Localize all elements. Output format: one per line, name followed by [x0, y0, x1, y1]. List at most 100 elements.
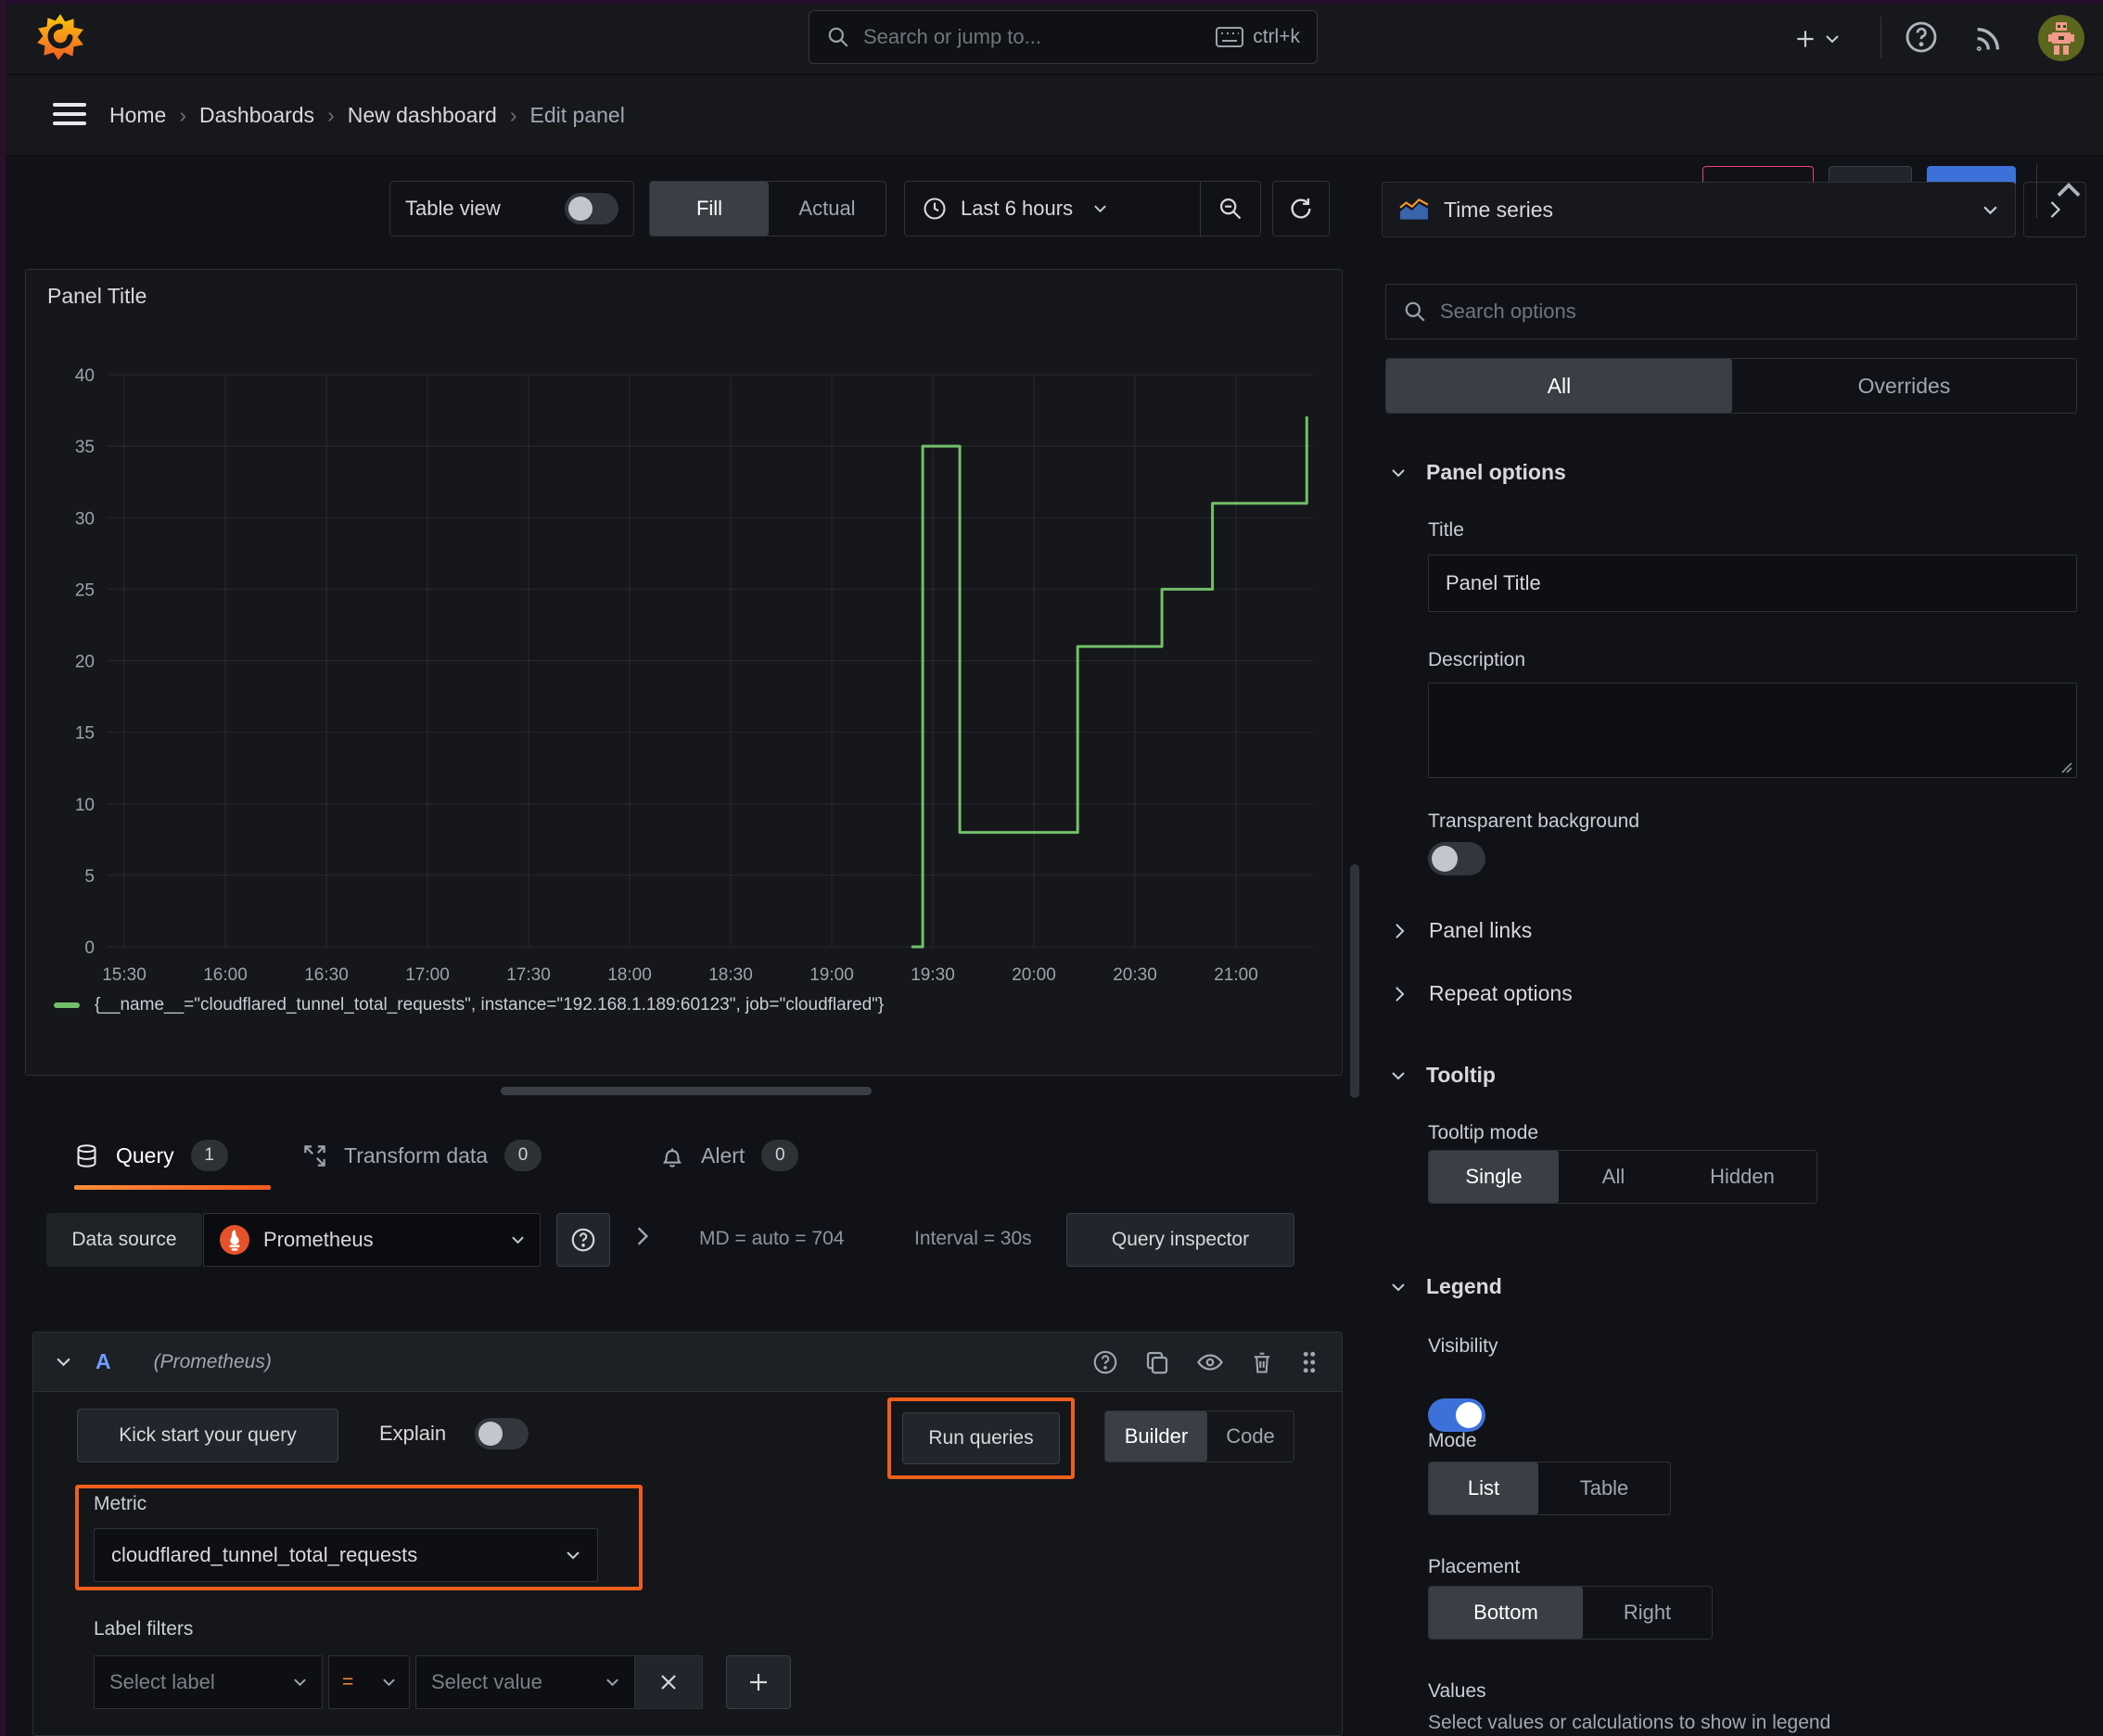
chevron-down-icon[interactable] — [56, 1357, 71, 1367]
news-icon[interactable] — [1971, 19, 2008, 56]
query-inspector-button[interactable]: Query inspector — [1066, 1213, 1294, 1267]
remove-filter-button[interactable] — [634, 1655, 703, 1709]
legend-mode-list[interactable]: List — [1429, 1462, 1538, 1514]
menu-icon[interactable] — [52, 99, 87, 129]
run-queries-highlight: Run queries — [887, 1398, 1075, 1479]
topbar: ctrl+k — [0, 0, 2103, 75]
help-icon[interactable] — [1903, 19, 1940, 56]
panel: Panel Title 0 5 10 15 20 25 30 35 40 15:30 16:00 16… — [25, 269, 1343, 1076]
zoom-out-icon[interactable] — [1201, 182, 1260, 236]
chevron-down-icon — [1391, 1283, 1406, 1292]
fill-option[interactable]: Fill — [650, 182, 769, 236]
legend-series-swatch — [54, 1002, 80, 1008]
add-menu-button[interactable] — [1793, 20, 1840, 57]
actual-option[interactable]: Actual — [769, 182, 886, 236]
scrollbar-thumb[interactable] — [1350, 864, 1359, 1098]
drag-handle-icon[interactable] — [1299, 1348, 1319, 1376]
panel-links-header: Panel links — [1429, 918, 1533, 942]
datasource-picker[interactable]: Prometheus — [203, 1213, 541, 1267]
time-range-picker[interactable]: Last 6 hours — [905, 196, 1200, 222]
grafana-logo[interactable] — [35, 12, 85, 62]
query-row-header[interactable]: A (Prometheus) — [33, 1333, 1342, 1392]
kickstart-query-button[interactable]: Kick start your query — [77, 1409, 338, 1462]
collapse-sidebar-button[interactable] — [2023, 182, 2086, 237]
tooltip-hidden-option[interactable]: Hidden — [1668, 1151, 1816, 1203]
table-view-toggle[interactable] — [565, 193, 618, 224]
legend-item[interactable]: {__name__="cloudflared_tunnel_total_requ… — [54, 995, 884, 1015]
y-tick-label: 5 — [84, 867, 95, 887]
duplicate-query-icon[interactable] — [1143, 1348, 1171, 1376]
code-option[interactable]: Code — [1207, 1411, 1294, 1462]
select-value-dropdown[interactable]: Select value — [415, 1655, 634, 1709]
select-label-dropdown[interactable]: Select label — [94, 1655, 323, 1709]
hide-query-icon[interactable] — [1195, 1348, 1225, 1376]
x-tick-label: 21:00 — [1214, 965, 1258, 985]
legend-placement-bottom[interactable]: Bottom — [1429, 1587, 1583, 1639]
tooltip-all-option[interactable]: All — [1559, 1151, 1668, 1203]
breadcrumb-dashboards[interactable]: Dashboards — [199, 103, 314, 128]
tooltip-section-header[interactable]: Tooltip — [1391, 1063, 1496, 1088]
query-help-icon[interactable] — [1091, 1348, 1119, 1376]
query-ref-id[interactable]: A — [96, 1349, 111, 1374]
global-search-box[interactable]: ctrl+k — [809, 10, 1318, 64]
tab-all[interactable]: All — [1386, 359, 1732, 413]
panel-options-section-header[interactable]: Panel options — [1391, 460, 1566, 485]
query-editor-card: A (Prometheus) Kick start your query Exp… — [32, 1332, 1343, 1736]
transparent-background-toggle[interactable] — [1428, 842, 1485, 875]
description-textarea[interactable] — [1442, 693, 2063, 768]
x-tick-label: 19:00 — [809, 965, 854, 985]
run-queries-button[interactable]: Run queries — [902, 1412, 1060, 1464]
x-tick-label: 17:00 — [405, 965, 450, 985]
operator-dropdown[interactable]: = — [328, 1655, 410, 1709]
legend-placement-segment: Bottom Right — [1428, 1586, 1713, 1640]
pane-resize-handle[interactable] — [501, 1087, 872, 1095]
options-search-input[interactable] — [1440, 300, 2059, 324]
topbar-divider — [1880, 17, 1881, 58]
legend-mode-segment: List Table — [1428, 1462, 1671, 1515]
tab-query[interactable]: Query 1 — [74, 1124, 228, 1187]
tab-overrides[interactable]: Overrides — [1732, 359, 2076, 413]
visualization-picker[interactable]: Time series — [1382, 182, 2016, 237]
breadcrumb-home[interactable]: Home — [109, 103, 166, 128]
bell-icon — [660, 1143, 684, 1168]
refresh-button[interactable] — [1272, 181, 1330, 236]
chevron-right-icon[interactable] — [636, 1226, 649, 1246]
options-search-box[interactable] — [1385, 284, 2077, 339]
fill-actual-segment: Fill Actual — [649, 181, 886, 236]
legend-mode-table[interactable]: Table — [1538, 1462, 1670, 1514]
description-field[interactable] — [1428, 683, 2077, 778]
global-search-input[interactable] — [863, 25, 1209, 49]
explain-toggle[interactable] — [475, 1418, 529, 1449]
legend-series-label[interactable]: {__name__="cloudflared_tunnel_total_requ… — [95, 995, 884, 1015]
add-filter-button[interactable] — [726, 1655, 791, 1709]
panel-links-section[interactable]: Panel links — [1395, 918, 1532, 943]
resize-handle-icon[interactable] — [2059, 760, 2072, 773]
builder-code-segment: Builder Code — [1104, 1410, 1294, 1462]
legend-placement-right[interactable]: Right — [1583, 1587, 1712, 1639]
panel-title-field[interactable] — [1428, 555, 2077, 612]
delete-query-icon[interactable] — [1249, 1348, 1275, 1376]
builder-option[interactable]: Builder — [1105, 1411, 1207, 1462]
plus-icon — [747, 1671, 770, 1693]
x-tick-label: 16:30 — [304, 965, 349, 985]
legend-section-header[interactable]: Legend — [1391, 1274, 1502, 1299]
datasource-help-button[interactable] — [556, 1213, 610, 1267]
avatar[interactable] — [2038, 15, 2084, 61]
breadcrumb-new-dashboard[interactable]: New dashboard — [348, 103, 497, 128]
tab-alert[interactable]: Alert 0 — [660, 1124, 799, 1187]
refresh-icon — [1288, 196, 1314, 222]
metric-select[interactable]: cloudflared_tunnel_total_requests — [94, 1528, 598, 1582]
time-series-chart[interactable]: 0 5 10 15 20 25 30 35 40 15:30 16:00 16:30 17:00 17:3… — [26, 270, 1342, 1012]
tooltip-single-option[interactable]: Single — [1429, 1151, 1559, 1203]
legend-mode-label: Mode — [1428, 1430, 1477, 1451]
repeat-options-section[interactable]: Repeat options — [1395, 981, 1573, 1006]
legend-visibility-toggle[interactable] — [1428, 1398, 1485, 1432]
tab-transform-data[interactable]: Transform data 0 — [302, 1124, 542, 1187]
legend-header: Legend — [1426, 1274, 1502, 1298]
title-label: Title — [1428, 519, 1464, 541]
panel-title-input[interactable] — [1446, 571, 2059, 595]
chevron-right-icon — [2049, 200, 2061, 219]
keyboard-icon — [1216, 27, 1244, 47]
y-tick-label: 15 — [75, 724, 95, 744]
x-tick-label: 18:30 — [708, 965, 753, 985]
